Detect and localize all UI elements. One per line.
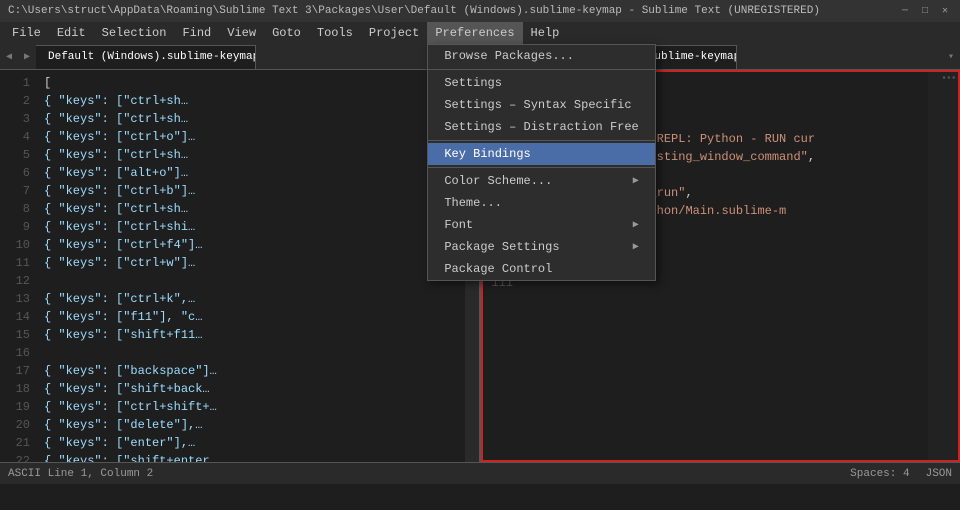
dropdown-package-settings[interactable]: Package Settings ▶ [428,236,654,258]
left-code-area: 1234567891011121314151617181920212223242… [0,70,479,462]
line-number: 3 [0,110,30,128]
right-scrollbar-area [918,72,928,460]
status-left: ASCII Line 1, Column 2 [8,468,153,480]
line-number: 21 [0,434,30,452]
left-editor-pane: ◀ ▶ Default (Windows).sublime-keymap — D… [0,44,481,462]
line-number: 8 [0,200,30,218]
code-line: { "keys": ["ctrl+sh… [44,146,457,164]
code-line: { "keys": ["ctrl+shi… [44,218,457,236]
line-number: 12 [0,272,30,290]
dropdown-sep2 [428,140,654,141]
package-settings-arrow: ▶ [633,241,639,253]
code-line: { "keys": ["ctrl+b"]… [44,182,457,200]
code-line: { "keys": ["delete"],… [44,416,457,434]
line-number: 14 [0,308,30,326]
menu-bar: File Edit Selection Find View Goto Tools… [0,22,960,44]
line-number: 11 [0,254,30,272]
menu-selection[interactable]: Selection [94,22,175,44]
code-line: { "keys": ["backspace"]… [44,362,457,380]
dropdown-color-scheme[interactable]: Color Scheme... ▶ [428,170,654,192]
code-line: { "keys": ["shift+enter… [44,452,457,462]
line-number: 15 [0,326,30,344]
code-line [44,272,457,290]
menu-goto[interactable]: Goto [264,22,309,44]
left-tab-next[interactable]: ▶ [18,44,36,70]
title-bar-text: C:\Users\struct\AppData\Roaming\Sublime … [8,5,820,17]
code-line: { "keys": ["ctrl+f4"]… [44,236,457,254]
menu-file[interactable]: File [4,22,49,44]
line-number: 9 [0,218,30,236]
menu-view[interactable]: View [219,22,264,44]
code-line: { "keys": ["ctrl+w"]… [44,254,457,272]
dropdown-sep3 [428,167,654,168]
menu-find[interactable]: Find [174,22,219,44]
line-number: 2 [0,92,30,110]
status-right: Spaces: 4 JSON [850,468,952,480]
right-tab-dropdown[interactable]: ▾ [942,44,960,70]
menu-help[interactable]: Help [523,22,568,44]
code-line: [ [44,74,457,92]
code-line: { "keys": ["shift+f11… [44,326,457,344]
code-line [44,344,457,362]
code-line: { "keys": ["ctrl+o"]… [44,128,457,146]
minimize-button[interactable]: ─ [898,4,912,18]
status-spaces[interactable]: Spaces: 4 [850,468,909,480]
dropdown-theme[interactable]: Theme... [428,192,654,214]
code-line: { "keys": ["ctrl+shift+… [44,398,457,416]
left-tab-prev[interactable]: ◀ [0,44,18,70]
code-line: { "keys": ["ctrl+k",… [44,290,457,308]
window-controls: ─ □ ✕ [898,4,952,18]
left-line-numbers: 1234567891011121314151617181920212223242… [0,70,36,462]
status-syntax[interactable]: JSON [926,468,952,480]
dropdown-key-bindings[interactable]: Key Bindings [428,143,654,165]
left-tab-active[interactable]: Default (Windows).sublime-keymap — Defau… [36,45,256,69]
line-number: 17 [0,362,30,380]
title-bar: C:\Users\struct\AppData\Roaming\Sublime … [0,0,960,22]
close-button[interactable]: ✕ [938,4,952,18]
code-line: { "keys": ["alt+o"]… [44,164,457,182]
line-number: 22 [0,452,30,462]
color-scheme-arrow: ▶ [633,175,639,187]
dropdown-settings[interactable]: Settings [428,72,654,94]
dropdown-package-control[interactable]: Package Control [428,258,654,280]
dropdown-sep1 [428,69,654,70]
code-line: { "keys": ["ctrl+sh… [44,110,457,128]
dropdown-settings-syntax[interactable]: Settings – Syntax Specific [428,94,654,116]
menu-tools[interactable]: Tools [309,22,361,44]
left-tab-bar: ◀ ▶ Default (Windows).sublime-keymap — D… [0,44,479,70]
line-number: 7 [0,182,30,200]
code-line: { "keys": ["ctrl+sh… [44,92,457,110]
menu-edit[interactable]: Edit [49,22,94,44]
right-minimap: ▪▪▪ [928,72,958,460]
code-line: { "keys": ["shift+back… [44,380,457,398]
code-line: { "keys": ["enter"],… [44,434,457,452]
line-number: 19 [0,398,30,416]
menu-project[interactable]: Project [361,22,427,44]
dropdown-settings-distraction[interactable]: Settings – Distraction Free [428,116,654,138]
dropdown-browse-packages[interactable]: Browse Packages... [428,45,654,67]
menu-preferences[interactable]: Preferences Browse Packages... Settings … [427,22,522,44]
dropdown-font[interactable]: Font ▶ [428,214,654,236]
code-line: { "keys": ["f11"], "c… [44,308,457,326]
font-arrow: ▶ [633,219,639,231]
line-number: 6 [0,164,30,182]
status-bar: ASCII Line 1, Column 2 Spaces: 4 JSON [0,462,960,484]
line-number: 18 [0,380,30,398]
left-tab-label: Default (Windows).sublime-keymap — Defau… [48,51,256,63]
preferences-dropdown: Browse Packages... Settings Settings – S… [427,44,655,281]
left-code-content[interactable]: [ { "keys": ["ctrl+sh… { "keys": ["ctrl+… [36,70,465,462]
line-number: 4 [0,128,30,146]
line-number: 10 [0,236,30,254]
code-line: { "keys": ["ctrl+sh… [44,200,457,218]
minimap-label: ▪▪▪ [942,74,956,83]
line-number: 1 [0,74,30,92]
line-number: 16 [0,344,30,362]
line-number: 20 [0,416,30,434]
line-number: 13 [0,290,30,308]
maximize-button[interactable]: □ [918,4,932,18]
line-number: 5 [0,146,30,164]
